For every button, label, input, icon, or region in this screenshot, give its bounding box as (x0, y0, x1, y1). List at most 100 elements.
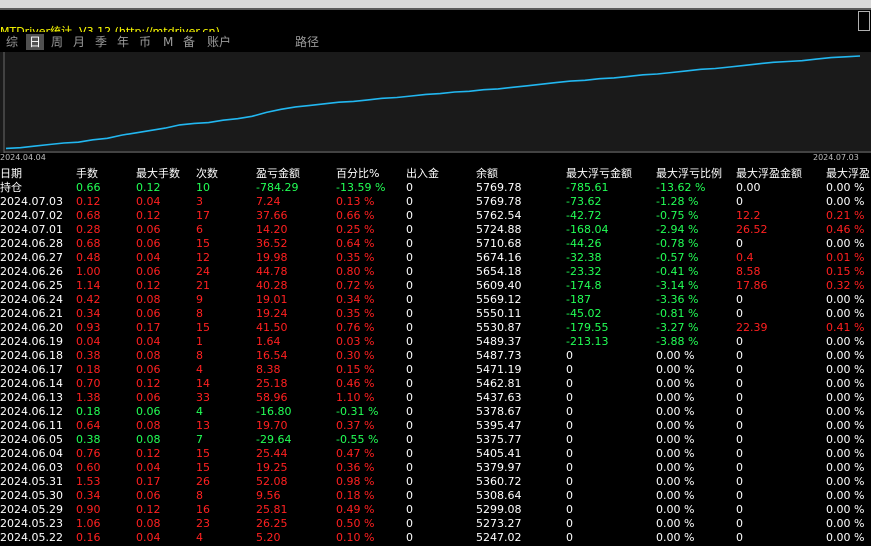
cell-count: 33 (196, 391, 210, 404)
window-top-border (0, 0, 871, 8)
column-header: 次数 (196, 167, 218, 180)
table-row: 2024.06.28 0.68 0.06 15 36.52 0.64 % 0 5710.68 -… (0, 237, 871, 251)
cell-maxloss-pct: -0.78 % (656, 237, 699, 250)
tab-8[interactable]: 备 (180, 34, 198, 50)
cell-maxprofit: 0 (736, 349, 743, 362)
cell-pct: 0.34 % (336, 293, 375, 306)
cell-count: 17 (196, 209, 210, 222)
cell-pct: 0.13 % (336, 195, 375, 208)
cell-balance: 5462.81 (476, 377, 522, 390)
cell-maxloss-pct: -0.75 % (656, 209, 699, 222)
cell-date: 2024.06.28 (0, 237, 63, 250)
cell-maxloss: 0 (566, 391, 573, 404)
cell-balance: 5609.40 (476, 279, 522, 292)
cell-io: 0 (406, 419, 413, 432)
cell-date: 2024.06.05 (0, 433, 63, 446)
cell-maxprofit-pct: 0.00 % (826, 349, 865, 362)
cell-maxloss-pct: 0.00 % (656, 405, 695, 418)
cell-maxloss: 0 (566, 447, 573, 460)
cell-max-lots: 0.17 (136, 475, 161, 488)
cell-lots: 0.48 (76, 251, 101, 264)
cell-pct: 0.25 % (336, 223, 375, 236)
tab-bar: 综日周月季年币 M 备账户 路径 (0, 32, 871, 52)
cell-balance: 5299.08 (476, 503, 522, 516)
window-control-box[interactable] (858, 11, 870, 31)
cell-maxprofit-pct: 0.00 % (826, 335, 865, 348)
cell-lots: 0.28 (76, 223, 101, 236)
tab-10[interactable]: 路径 (292, 34, 322, 50)
table-row: 2024.06.19 0.04 0.04 1 1.64 0.03 % 0 5489.37 -21… (0, 335, 871, 349)
cell-date: 2024.05.23 (0, 517, 63, 530)
cell-balance: 5530.87 (476, 321, 522, 334)
cell-pct: -0.55 % (336, 433, 379, 446)
cell-pct: 0.15 % (336, 363, 375, 376)
cell-io: 0 (406, 195, 413, 208)
cell-maxloss-pct: 0.00 % (656, 531, 695, 544)
cell-maxprofit: 0 (736, 419, 743, 432)
cell-count: 23 (196, 517, 210, 530)
cell-maxloss-pct: -1.28 % (656, 195, 699, 208)
cell-lots: 1.14 (76, 279, 101, 292)
cell-io: 0 (406, 461, 413, 474)
cell-pct: -13.59 % (336, 181, 386, 194)
cell-lots: 1.38 (76, 391, 101, 404)
cell-maxloss: 0 (566, 517, 573, 530)
cell-balance: 5550.11 (476, 307, 522, 320)
cell-balance: 5378.67 (476, 405, 522, 418)
cell-balance: 5710.68 (476, 237, 522, 250)
table-row: 2024.06.27 0.48 0.04 12 19.98 0.35 % 0 5674.16 -… (0, 251, 871, 265)
tab-6[interactable]: 币 (136, 34, 154, 50)
cell-maxprofit: 8.58 (736, 265, 761, 278)
cell-maxloss: 0 (566, 405, 573, 418)
table-row: 2024.05.31 1.53 0.17 26 52.08 0.98 % 0 5360.72 0… (0, 475, 871, 489)
cell-maxprofit: 0 (736, 363, 743, 376)
cell-max-lots: 0.12 (136, 279, 161, 292)
cell-max-lots: 0.06 (136, 265, 161, 278)
tab-5[interactable]: 年 (114, 34, 132, 50)
cell-max-lots: 0.12 (136, 209, 161, 222)
cell-io: 0 (406, 475, 413, 488)
column-header: 最大浮盈比例 (826, 167, 871, 180)
column-header: 最大手数 (136, 167, 180, 180)
cell-maxloss: 0 (566, 475, 573, 488)
column-header: 余额 (476, 167, 498, 180)
cell-lots: 0.16 (76, 531, 101, 544)
table-row: 2024.06.13 1.38 0.06 33 58.96 1.10 % 0 5437.63 0… (0, 391, 871, 405)
tab-2[interactable]: 周 (48, 34, 66, 50)
cell-maxloss-pct: -3.36 % (656, 293, 699, 306)
cell-date: 2024.06.12 (0, 405, 63, 418)
cell-max-lots: 0.12 (136, 503, 161, 516)
cell-max-lots: 0.04 (136, 531, 161, 544)
cell-pnl: -29.64 (256, 433, 292, 446)
tab-9[interactable]: 账户 (204, 34, 234, 50)
table-row: 2024.06.24 0.42 0.08 9 19.01 0.34 % 0 5569.12 -1… (0, 293, 871, 307)
cell-io: 0 (406, 223, 413, 236)
cell-pnl: 40.28 (256, 279, 288, 292)
cell-maxprofit-pct: 0.00 % (826, 391, 865, 404)
cell-maxprofit-pct: 0.00 % (826, 461, 865, 474)
cell-max-lots: 0.04 (136, 251, 161, 264)
tab-7[interactable]: M (160, 34, 176, 50)
cell-pct: 0.10 % (336, 531, 375, 544)
cell-max-lots: 0.06 (136, 307, 161, 320)
cell-max-lots: 0.06 (136, 405, 161, 418)
cell-max-lots: 0.04 (136, 461, 161, 474)
table-row: 2024.06.17 0.18 0.06 4 8.38 0.15 % 0 5471.19 0 0.… (0, 363, 871, 377)
tab-1[interactable]: 日 (26, 34, 45, 50)
cell-max-lots: 0.17 (136, 321, 161, 334)
cell-maxloss: -213.13 (566, 335, 609, 348)
cell-maxloss-pct: 0.00 % (656, 489, 695, 502)
cell-count: 26 (196, 475, 210, 488)
cell-lots: 1.53 (76, 475, 101, 488)
cell-maxloss: 0 (566, 489, 573, 502)
cell-date: 2024.06.19 (0, 335, 63, 348)
cell-lots: 1.06 (76, 517, 101, 530)
cell-io: 0 (406, 251, 413, 264)
cell-date: 持仓 (0, 181, 22, 194)
cell-maxprofit-pct: 0.00 % (826, 237, 865, 250)
tab-3[interactable]: 月 (70, 34, 88, 50)
cell-pnl: 19.98 (256, 251, 288, 264)
tab-0[interactable]: 综 (3, 34, 21, 50)
tab-4[interactable]: 季 (92, 34, 110, 50)
cell-maxprofit-pct: 0.00 % (826, 181, 865, 194)
